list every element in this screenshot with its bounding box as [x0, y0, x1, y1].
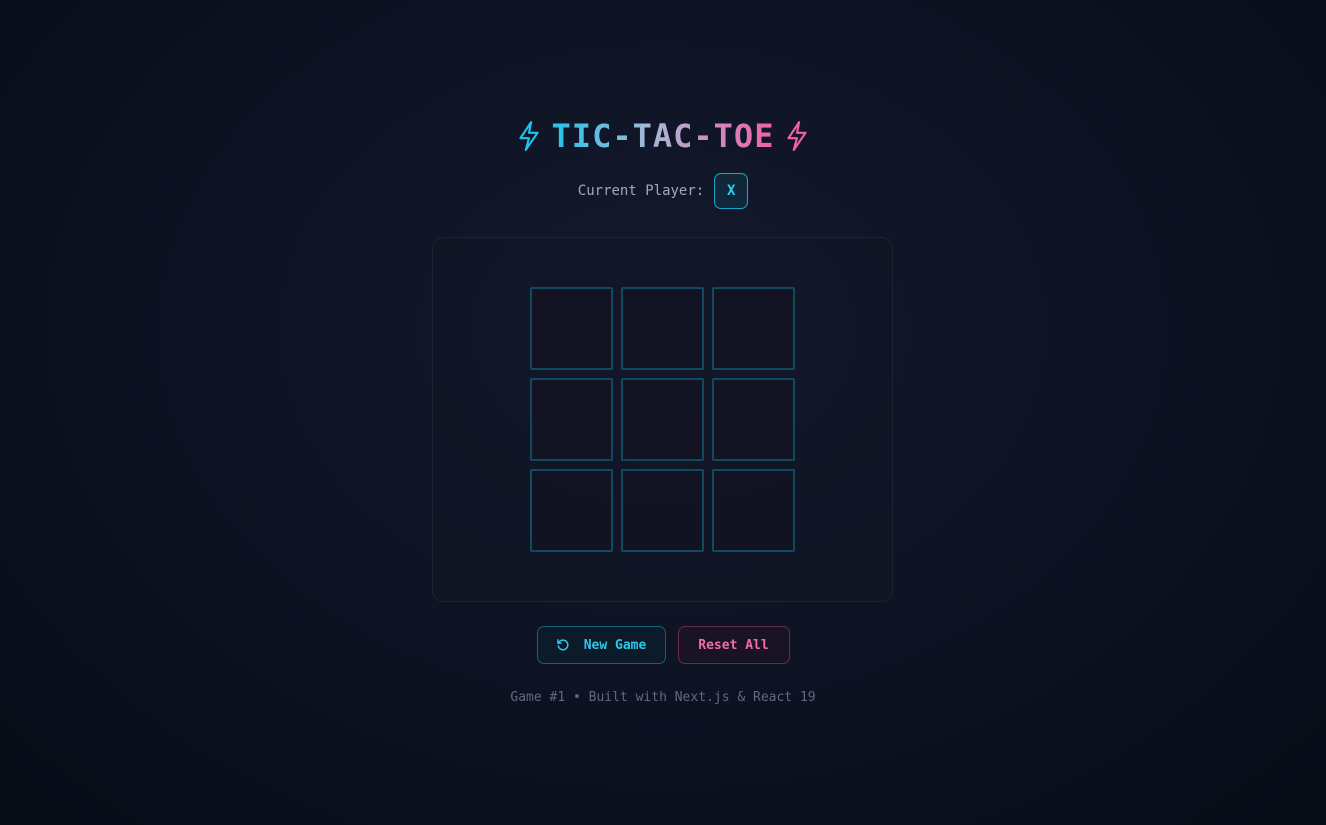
current-player-label: Current Player:: [577, 183, 705, 199]
controls: New Game Reset All: [0, 626, 1326, 664]
board-cell[interactable]: [621, 378, 704, 461]
title-row: TIC-TAC-TOE: [0, 116, 1326, 156]
board-cell[interactable]: [621, 469, 704, 552]
reset-all-label: Reset All: [698, 637, 769, 653]
board-cell[interactable]: [712, 287, 795, 370]
new-game-label: New Game: [583, 637, 647, 653]
refresh-icon: [556, 638, 570, 652]
board-cell[interactable]: [712, 378, 795, 461]
new-game-button[interactable]: New Game: [536, 626, 666, 664]
game-app: TIC-TAC-TOE Current Player: X New Game R…: [0, 0, 1326, 825]
board-cell[interactable]: [530, 378, 613, 461]
reset-all-button[interactable]: Reset All: [677, 626, 790, 664]
lightning-bolt-icon: [516, 120, 542, 152]
board-cell[interactable]: [621, 287, 704, 370]
page-title: TIC-TAC-TOE: [551, 117, 775, 155]
lightning-bolt-icon: [784, 120, 810, 152]
footer-text: Game #1 • Built with Next.js & React 19: [510, 690, 816, 705]
board-cell[interactable]: [530, 469, 613, 552]
current-player-indicator: Current Player: X: [0, 173, 1326, 209]
current-player-badge: X: [714, 173, 749, 209]
game-board: [530, 287, 796, 553]
board-cell[interactable]: [712, 469, 795, 552]
board-cell[interactable]: [530, 287, 613, 370]
